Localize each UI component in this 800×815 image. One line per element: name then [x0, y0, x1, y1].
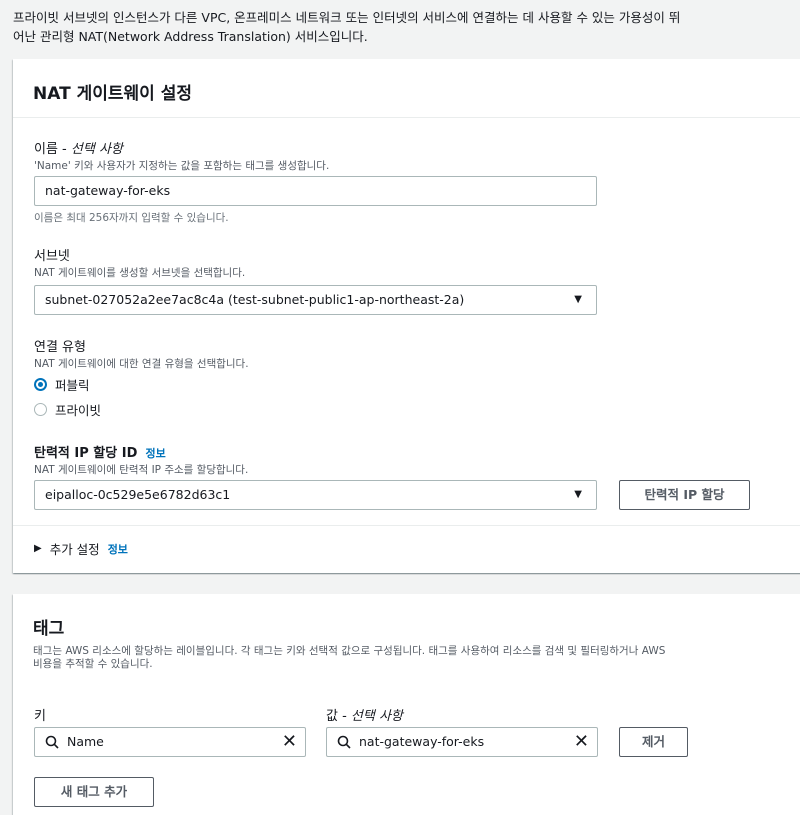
clear-icon[interactable]: ✕ — [282, 728, 297, 756]
clear-icon[interactable]: ✕ — [574, 728, 589, 756]
tag-key-label: 키 — [34, 709, 46, 724]
add-tag-button[interactable]: 새 태그 추가 — [34, 777, 154, 807]
tag-value-label: 값 - — [326, 709, 351, 724]
name-input[interactable]: nat-gateway-for-eks — [34, 176, 597, 206]
subnet-select[interactable]: subnet-027052a2ee7ac8c4a (test-subnet-pu… — [34, 285, 597, 315]
caret-down-icon: ▼ — [574, 489, 582, 500]
tag-key-input[interactable]: Name ✕ — [34, 727, 306, 757]
name-label: 이름 - — [34, 142, 71, 157]
tag-value-optional: 선택 사항 — [350, 709, 403, 724]
eip-info-link[interactable]: 정보 — [146, 447, 166, 460]
tag-value-value: nat-gateway-for-eks — [359, 734, 485, 749]
allocate-eip-button[interactable]: 탄력적 IP 할당 — [619, 480, 750, 510]
name-hint: 이름은 최대 256자까지 입력할 수 있습니다. — [34, 212, 229, 224]
subnet-field: 서브넷 NAT 게이트웨이를 생성할 서브넷을 선택합니다. — [34, 245, 245, 280]
nat-settings-panel: NAT 게이트웨이 설정 이름 - 선택 사항 'Name' 키와 사용자가 지… — [13, 59, 800, 573]
subnet-label: 서브넷 — [34, 249, 70, 264]
eip-field: 탄력적 IP 할당 ID 정보 NAT 게이트웨이에 탄력적 IP 주소를 할당… — [34, 442, 248, 477]
search-icon — [45, 728, 59, 766]
nat-settings-header: NAT 게이트웨이 설정 — [13, 59, 800, 118]
radio-public[interactable]: 퍼블릭 — [34, 375, 90, 394]
connectivity-description: NAT 게이트웨이에 대한 연결 유형을 선택합니다. — [34, 358, 249, 370]
tags-description: 태그는 AWS 리소스에 할당하는 레이블입니다. 각 태그는 키와 선택적 값… — [33, 645, 793, 671]
intro-text: 프라이빗 서브넷의 인스턴스가 다른 VPC, 온프레미스 네트워크 또는 인터… — [13, 8, 800, 46]
tags-desc-line-2: 비용을 추적할 수 있습니다. — [33, 658, 153, 670]
tag-value-input[interactable]: nat-gateway-for-eks ✕ — [326, 727, 598, 757]
radio-checked-icon — [34, 378, 47, 391]
additional-info-link[interactable]: 정보 — [108, 541, 128, 557]
tag-value-label-wrap: 값 - 선택 사항 — [326, 705, 403, 724]
eip-description: NAT 게이트웨이에 탄력적 IP 주소를 할당합니다. — [34, 464, 249, 476]
eip-select-value: eipalloc-0c529e5e6782d63c1 — [45, 487, 231, 502]
tag-key-value: Name — [67, 734, 104, 749]
search-icon — [337, 728, 351, 766]
tags-header: 태그 태그는 AWS 리소스에 할당하는 레이블입니다. 각 태그는 키와 선택… — [13, 594, 800, 671]
remove-tag-button[interactable]: 제거 — [619, 727, 688, 757]
radio-private-label: 프라이빗 — [55, 403, 102, 418]
radio-unchecked-icon — [34, 403, 47, 416]
intro-line-1: 프라이빗 서브넷의 인스턴스가 다른 VPC, 온프레미스 네트워크 또는 인터… — [13, 10, 681, 25]
eip-label: 탄력적 IP 할당 ID — [34, 446, 138, 461]
intro-line-2: 어난 관리형 NAT(Network Address Translation) … — [13, 29, 368, 44]
caret-down-icon: ▼ — [574, 294, 582, 305]
name-description: 'Name' 키와 사용자가 지정하는 값을 포함하는 태그를 생성합니다. — [34, 160, 330, 172]
connectivity-label: 연결 유형 — [34, 340, 86, 355]
tags-desc-line-1: 태그는 AWS 리소스에 할당하는 레이블입니다. 각 태그는 키와 선택적 값… — [33, 645, 666, 657]
divider — [13, 525, 800, 526]
name-label-optional: 선택 사항 — [70, 142, 123, 157]
tags-title: 태그 — [33, 619, 65, 639]
additional-settings-label: 추가 설정 — [49, 542, 100, 557]
connectivity-field: 연결 유형 NAT 게이트웨이에 대한 연결 유형을 선택합니다. — [34, 336, 249, 371]
radio-private[interactable]: 프라이빗 — [34, 400, 101, 419]
tags-panel: 태그 태그는 AWS 리소스에 할당하는 레이블입니다. 각 태그는 키와 선택… — [13, 594, 800, 815]
eip-select[interactable]: eipalloc-0c529e5e6782d63c1 ▼ — [34, 480, 597, 510]
caret-right-icon: ▶ — [34, 543, 42, 554]
radio-public-label: 퍼블릭 — [55, 378, 90, 393]
name-field: 이름 - 선택 사항 'Name' 키와 사용자가 지정하는 값을 포함하는 태… — [34, 138, 329, 173]
additional-settings-toggle[interactable]: ▶ 추가 설정 정보 — [34, 539, 128, 558]
nat-settings-title: NAT 게이트웨이 설정 — [33, 84, 192, 104]
subnet-description: NAT 게이트웨이를 생성할 서브넷을 선택합니다. — [34, 267, 246, 279]
subnet-select-value: subnet-027052a2ee7ac8c4a (test-subnet-pu… — [45, 292, 465, 307]
